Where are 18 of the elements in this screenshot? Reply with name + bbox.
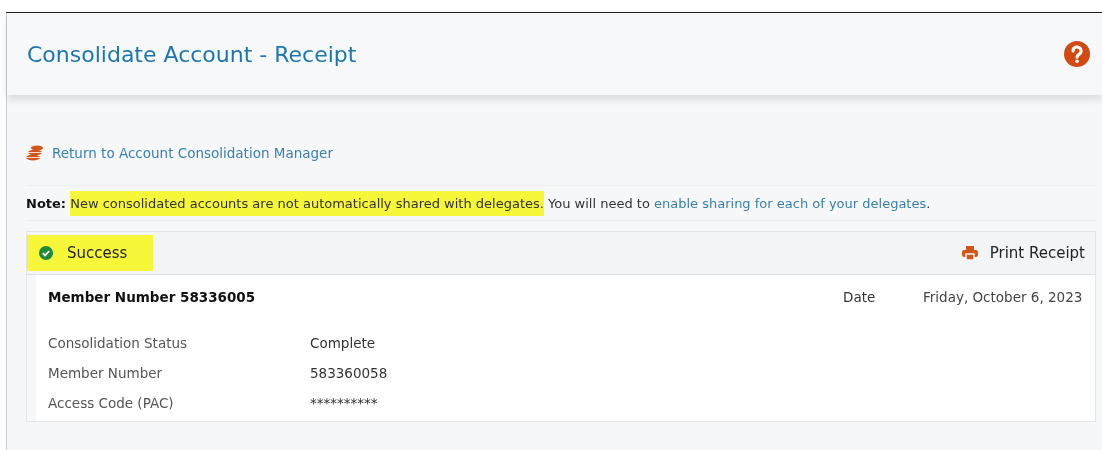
help-icon[interactable] bbox=[1064, 41, 1090, 67]
print-button[interactable]: Print Receipt bbox=[951, 244, 1095, 262]
page-title: Consolidate Account - Receipt bbox=[27, 41, 357, 67]
receipt-title: Member Number 58336005 bbox=[48, 289, 257, 305]
date-value: Friday, October 6, 2023 bbox=[923, 289, 1083, 305]
status-label: Success bbox=[67, 244, 128, 262]
field-label: Member Number bbox=[48, 365, 164, 381]
printer-icon bbox=[961, 246, 978, 260]
field-value: 583360058 bbox=[310, 365, 389, 381]
field-label: Access Code (PAC) bbox=[48, 395, 175, 411]
field-value: ********** bbox=[310, 395, 379, 411]
date-label: Date bbox=[843, 289, 877, 305]
return-link[interactable]: Return to Account Consolidation Manager bbox=[52, 145, 333, 161]
field-value: Complete bbox=[310, 335, 377, 351]
check-circle-icon bbox=[39, 246, 53, 260]
field-label: Consolidation Status bbox=[48, 335, 189, 351]
note-text: Note: New consolidated accounts are not automatically shared with delegates. You will need to enable sharing for each of your delegates. bbox=[26, 185, 1096, 221]
coins-icon bbox=[26, 145, 44, 161]
